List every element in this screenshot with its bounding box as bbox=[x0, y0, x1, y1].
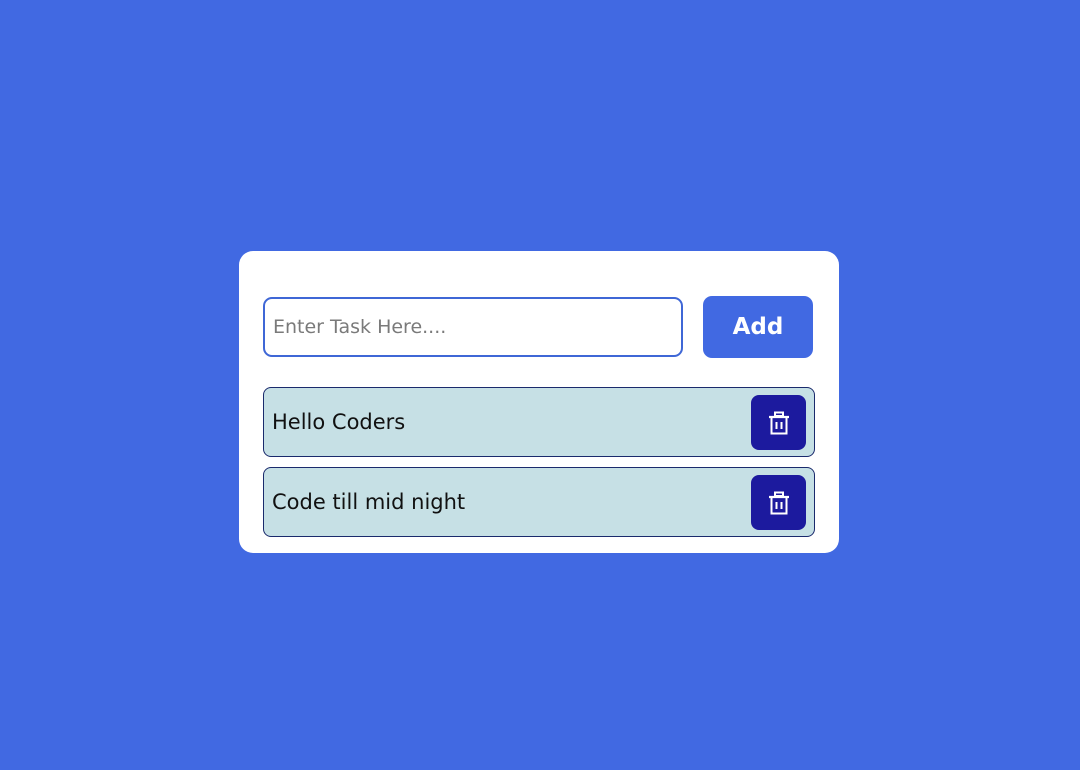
list-item: Code till mid night bbox=[263, 467, 815, 537]
task-list: Hello Coders Code till mid night bbox=[263, 387, 815, 547]
todo-card: Add Hello Coders Code till mid night bbox=[239, 251, 839, 553]
task-input[interactable] bbox=[263, 297, 683, 357]
add-button[interactable]: Add bbox=[703, 296, 813, 358]
task-text: Code till mid night bbox=[272, 490, 466, 514]
delete-button[interactable] bbox=[751, 475, 806, 530]
trash-icon bbox=[768, 411, 789, 434]
delete-button[interactable] bbox=[751, 395, 806, 450]
list-item: Hello Coders bbox=[263, 387, 815, 457]
task-text: Hello Coders bbox=[272, 410, 406, 434]
trash-icon bbox=[768, 491, 789, 514]
